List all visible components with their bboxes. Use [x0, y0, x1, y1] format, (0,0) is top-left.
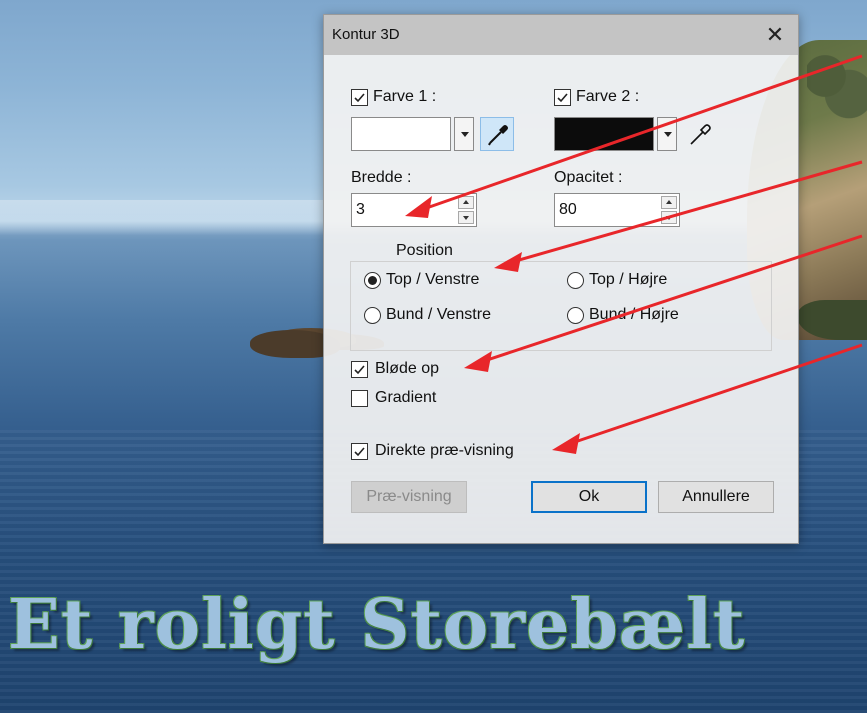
- radio-top-right-label[interactable]: Top / Højre: [589, 270, 667, 290]
- radio-top-left-label[interactable]: Top / Venstre: [386, 270, 479, 290]
- color2-swatch[interactable]: [554, 117, 654, 151]
- width-label: Bredde :: [351, 169, 412, 186]
- photo-headline: Et roligt Storebælt: [8, 585, 746, 665]
- color2-checkbox[interactable]: [554, 89, 571, 106]
- width-value[interactable]: 3: [356, 194, 365, 226]
- radio-top-right[interactable]: [567, 272, 584, 289]
- soften-label[interactable]: Bløde op: [375, 359, 439, 379]
- radio-bottom-left[interactable]: [364, 307, 381, 324]
- close-icon: ✕: [765, 22, 785, 47]
- check-icon: [354, 447, 365, 457]
- live-preview-checkbox[interactable]: [351, 443, 368, 460]
- width-spinner[interactable]: [458, 196, 474, 224]
- color1-eyedropper-button[interactable]: [480, 117, 514, 151]
- radio-bottom-left-label[interactable]: Bund / Venstre: [386, 305, 491, 325]
- width-field[interactable]: 3: [351, 193, 477, 227]
- color1-dropdown-button[interactable]: [454, 117, 474, 151]
- opacity-field[interactable]: 80: [554, 193, 680, 227]
- opacity-increment-button[interactable]: [661, 196, 677, 209]
- eyedropper-icon: [690, 124, 711, 145]
- check-icon: [557, 93, 568, 103]
- width-increment-button[interactable]: [458, 196, 474, 209]
- dialog-titlebar[interactable]: Kontur 3D ✕: [324, 15, 798, 55]
- color1-swatch[interactable]: [351, 117, 451, 151]
- check-icon: [354, 365, 365, 375]
- close-button[interactable]: ✕: [752, 15, 798, 55]
- dialog-title: Kontur 3D: [332, 26, 400, 43]
- color2-dropdown-button[interactable]: [657, 117, 677, 151]
- color1-checkbox[interactable]: [351, 89, 368, 106]
- position-legend: Position: [396, 242, 453, 259]
- gradient-label[interactable]: Gradient: [375, 388, 436, 408]
- gradient-checkbox[interactable]: [351, 390, 368, 407]
- opacity-spinner[interactable]: [661, 196, 677, 224]
- radio-bottom-right-label[interactable]: Bund / Højre: [589, 305, 679, 325]
- live-preview-label[interactable]: Direkte præ-visning: [375, 441, 514, 461]
- opacity-label: Opacitet :: [554, 169, 623, 186]
- radio-bottom-right[interactable]: [567, 307, 584, 324]
- ok-button[interactable]: Ok: [531, 481, 647, 513]
- color1-label: Farve 1 :: [373, 88, 437, 105]
- kontur-3d-dialog: Kontur 3D ✕ Farve 1 : Farve 2 : Bredde:…: [323, 14, 799, 544]
- cancel-button[interactable]: Annullere: [658, 481, 774, 513]
- soften-checkbox[interactable]: [351, 361, 368, 378]
- color2-eyedropper-button[interactable]: [684, 117, 718, 151]
- eyedropper-icon: [488, 125, 508, 146]
- trees: [807, 40, 867, 130]
- preview-button[interactable]: Præ-visning: [351, 481, 467, 513]
- check-icon: [354, 93, 365, 103]
- color2-label: Farve 2 :: [576, 88, 640, 105]
- radio-top-left[interactable]: [364, 272, 381, 289]
- opacity-decrement-button[interactable]: [661, 211, 677, 224]
- width-decrement-button[interactable]: [458, 211, 474, 224]
- opacity-value[interactable]: 80: [559, 194, 577, 226]
